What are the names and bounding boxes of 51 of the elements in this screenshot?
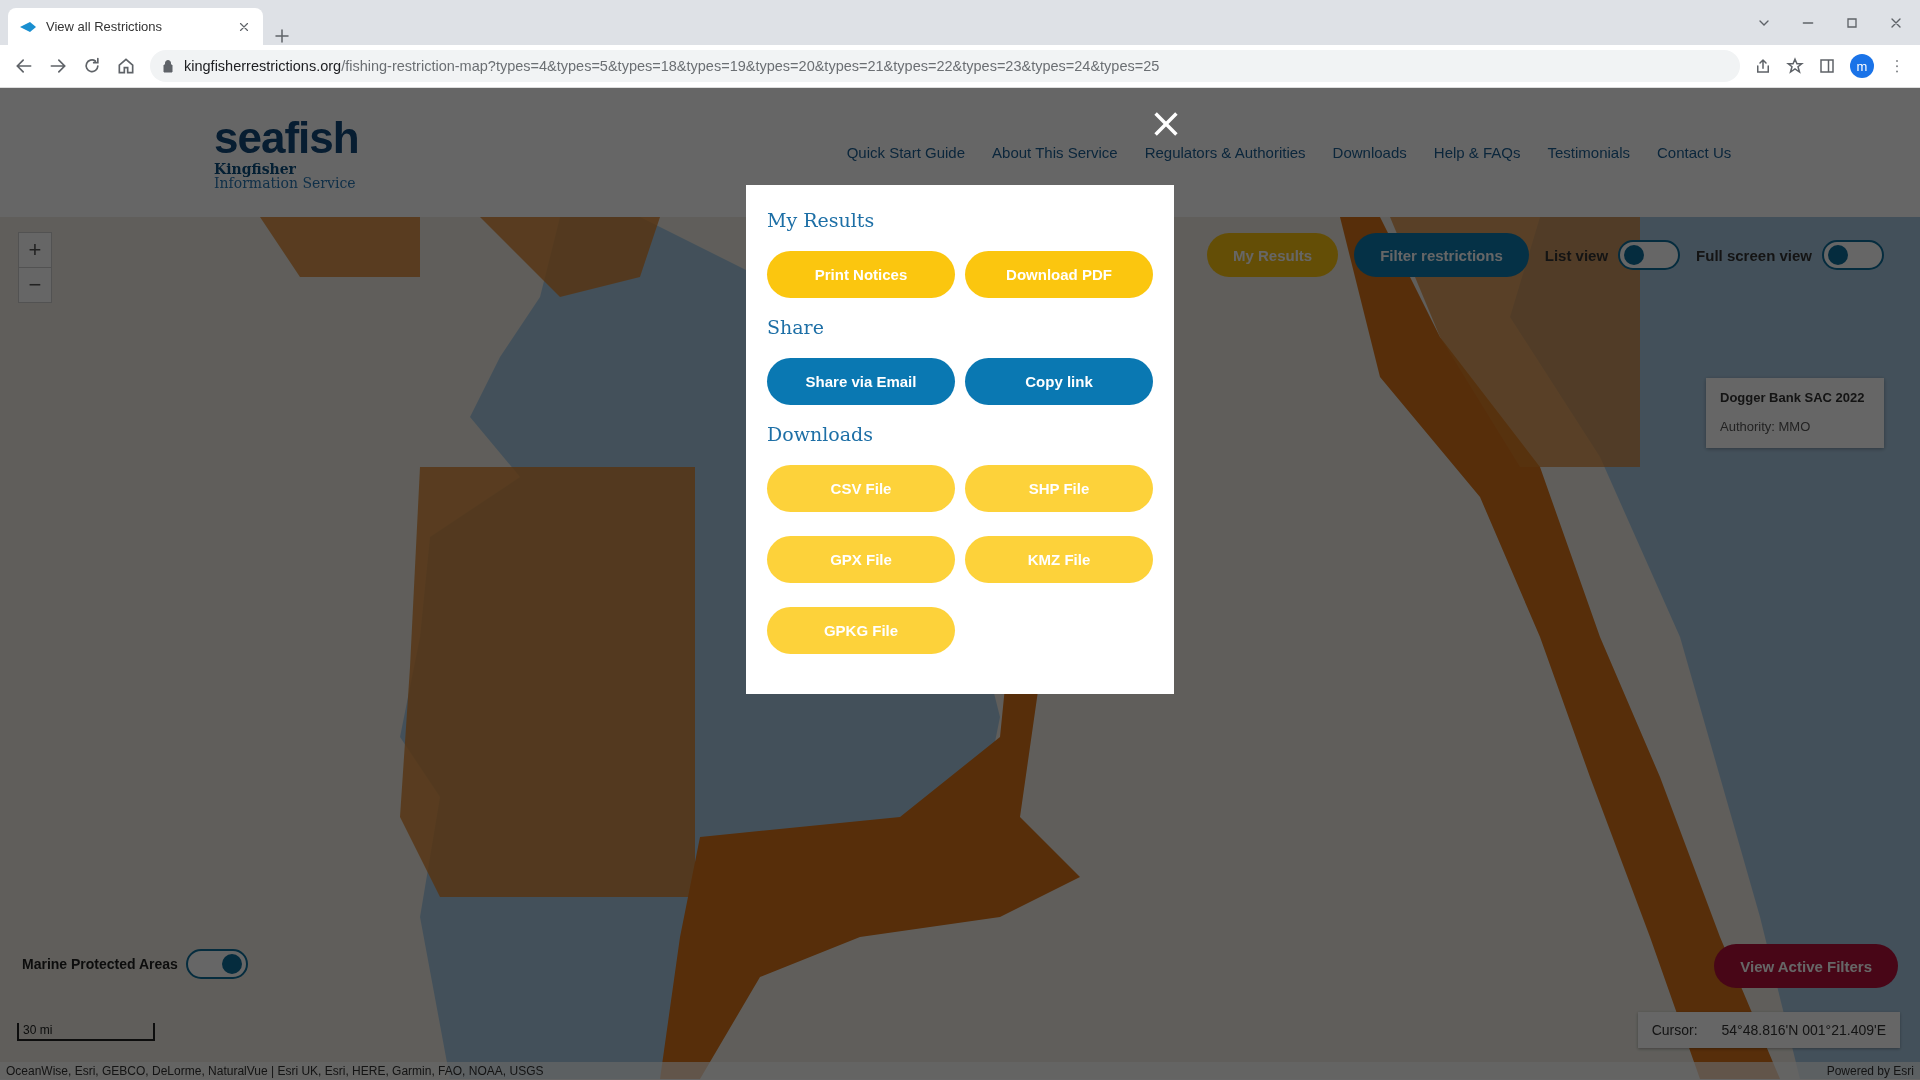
home-icon[interactable] — [116, 56, 136, 76]
toggle-switch[interactable] — [1822, 240, 1884, 270]
section-heading: Share — [767, 316, 825, 338]
map-button[interactable]: My Results — [1207, 233, 1339, 277]
popup-title: Dogger Bank SAC 2022 — [1720, 390, 1866, 405]
section-heading: My Results — [767, 209, 876, 231]
back-icon[interactable] — [14, 56, 34, 76]
toggle-switch[interactable] — [185, 949, 248, 979]
nav-link[interactable]: About This Service — [992, 144, 1118, 161]
browser-tab[interactable]: View all Restrictions — [8, 8, 263, 45]
nav-link[interactable]: Help & FAQs — [1433, 144, 1521, 161]
cursor-label: Cursor: — [1651, 1022, 1698, 1038]
scale-bar: 30 mi — [17, 1023, 155, 1041]
layer-label: Marine Protected Areas — [22, 956, 178, 972]
map-button[interactable]: Filter restrictions — [1354, 233, 1529, 277]
section-heading: Downloads — [767, 423, 874, 445]
toggle-switch[interactable] — [1618, 240, 1681, 270]
action-button[interactable]: SHP File — [965, 465, 1153, 512]
toggle-label: Full screen view — [1696, 246, 1812, 264]
share-icon[interactable] — [1754, 57, 1772, 75]
star-icon[interactable] — [1786, 57, 1804, 75]
toggle-label: List view — [1544, 246, 1609, 264]
close-icon[interactable] — [1153, 111, 1179, 137]
nav-link[interactable]: Regulators & Authorities — [1144, 144, 1306, 161]
lock-icon — [162, 59, 174, 73]
action-button[interactable]: GPKG File — [767, 607, 955, 654]
action-button[interactable]: KMZ File — [965, 536, 1153, 583]
action-button[interactable]: GPX File — [767, 536, 955, 583]
powered-by-text: Powered by Esri — [1826, 1064, 1914, 1078]
action-button[interactable]: Download PDF — [965, 251, 1153, 298]
nav-link[interactable]: Quick Start Guide — [846, 144, 966, 161]
cursor-coordinates: 54°48.816'N 001°21.409'E — [1721, 1022, 1886, 1038]
nav-link[interactable]: Contact Us — [1657, 144, 1732, 161]
new-tab-icon[interactable] — [273, 27, 291, 45]
zoom-button[interactable]: − — [19, 267, 51, 302]
map-attribution: OceanWise, Esri, GEBCO, DeLorme, NaturalVue | Esri UK, Esri, HERE, Garmin, FAO, NOAA, USGS — [6, 1064, 544, 1078]
forward-icon[interactable] — [48, 56, 68, 76]
profile-avatar[interactable]: m — [1850, 54, 1874, 78]
action-button[interactable]: Print Notices — [767, 251, 955, 298]
side-panel-icon[interactable] — [1818, 57, 1836, 75]
site-logo[interactable]: seafish Kingfisher Information Service — [214, 115, 359, 190]
zoom-button[interactable]: + — [19, 233, 51, 267]
action-button[interactable]: CSV File — [767, 465, 955, 512]
fish-icon — [20, 20, 36, 33]
action-button[interactable]: Copy link — [965, 358, 1153, 405]
view-filters-button[interactable]: View Active Filters — [1714, 944, 1898, 988]
popup-text: Authority: MMO — [1720, 419, 1812, 434]
nav-link[interactable]: Testimonials — [1547, 144, 1631, 161]
nav-link[interactable]: Downloads — [1332, 144, 1407, 161]
address-bar[interactable]: kingfisherrestrictions.org/fishing-restriction-map?types=4&types=5&types=18&types=19&types=20&types=21&types=22&types=23&types=24&types=25 — [150, 50, 1740, 82]
action-button[interactable]: Share via Email — [767, 358, 955, 405]
